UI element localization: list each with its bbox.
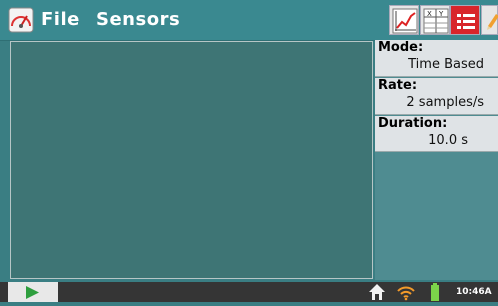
notes-pencil-icon [487,14,498,30]
top-bar: File Sensors X Y [0,0,498,41]
wifi-icon [396,282,416,306]
experiment-settings-panel: Mode: Time Based Rate: 2 samples/s Durat… [375,40,498,280]
home-icon[interactable] [368,282,386,306]
rate-label: Rate: [378,78,418,93]
rate-field[interactable]: Rate: 2 samples/s [375,78,498,115]
duration-label: Duration: [378,116,448,131]
table-view-button[interactable]: X Y [420,5,450,35]
table-view-icon: X Y [423,8,449,34]
start-collection-button[interactable] [8,282,58,302]
graph-view-icon [392,8,418,34]
duration-value: 10.0 s [428,133,468,148]
svg-text:Y: Y [438,10,444,18]
bottom-status-bar: 10:46A [0,282,498,302]
data-display-area[interactable] [10,41,373,279]
mode-field[interactable]: Mode: Time Based [375,40,498,77]
meter-view-button[interactable] [450,5,480,35]
sensors-menu[interactable]: Sensors [96,6,180,34]
svg-text:X: X [427,10,432,18]
battery-icon [430,282,440,306]
notes-button[interactable] [481,5,498,35]
mode-label: Mode: [378,40,424,55]
graph-view-button[interactable] [389,5,419,35]
meter-gauge-icon[interactable] [8,7,34,33]
clock: 10:46A [456,287,492,297]
rate-value: 2 samples/s [406,95,484,110]
mode-value: Time Based [408,57,484,72]
file-menu[interactable]: File [41,6,80,34]
duration-field[interactable]: Duration: 10.0 s [375,116,498,152]
meter-view-icon [455,11,477,31]
play-icon [26,286,39,299]
